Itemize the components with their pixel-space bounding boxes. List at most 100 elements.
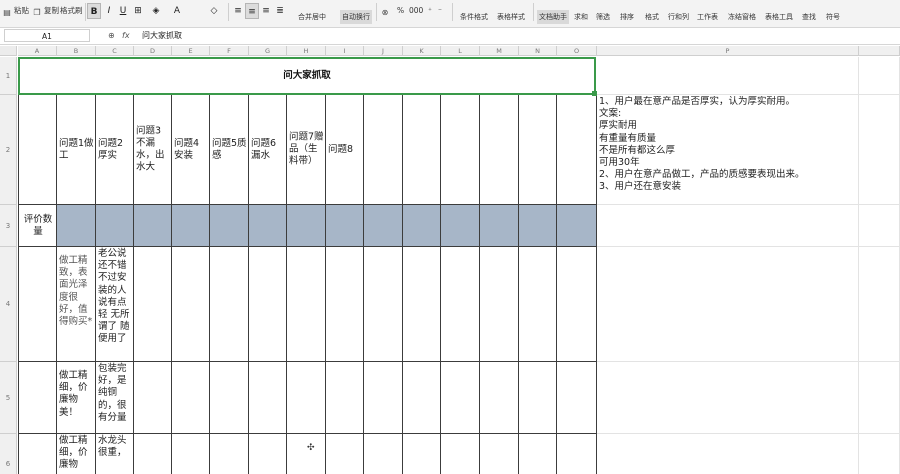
cell-k6[interactable] [403, 434, 441, 474]
column-header-o[interactable]: O [557, 46, 597, 56]
cell-a5[interactable] [18, 362, 57, 434]
column-header-m[interactable]: M [480, 46, 519, 56]
column-header-a[interactable]: A [18, 46, 57, 56]
cell-d5[interactable] [134, 362, 172, 434]
sort-button[interactable]: 排序 [620, 10, 634, 24]
cell-m2[interactable] [480, 95, 519, 205]
cell-rating-count-label[interactable]: 评价数量 [18, 205, 57, 247]
select-all-corner[interactable] [0, 46, 17, 56]
decrease-decimal-button[interactable]: ⁻ [438, 4, 442, 18]
doc-assistant-button[interactable]: 文档助手 [537, 10, 569, 24]
cell-question-4[interactable]: 问题4安装 [172, 95, 210, 205]
cell-p6[interactable] [597, 434, 859, 474]
column-header-j[interactable]: J [364, 46, 403, 56]
cell-p3[interactable] [597, 205, 859, 247]
cell-a6[interactable] [18, 434, 57, 474]
cell-o6[interactable] [557, 434, 597, 474]
cell-a2[interactable] [18, 95, 57, 205]
column-header-k[interactable]: K [403, 46, 441, 56]
clear-format-button[interactable]: ◇ [205, 3, 223, 19]
copy-button[interactable]: ❐ 复制 [32, 4, 59, 18]
row-header-4[interactable]: 4 [0, 247, 17, 362]
cell-n3[interactable] [519, 205, 557, 247]
cell-m6[interactable] [480, 434, 519, 474]
cell-c4[interactable]: 老公说还不错不过安装的人说有点轻 无所谓了 随便用了 [96, 247, 134, 362]
increase-decimal-button[interactable]: ⁺ [428, 4, 432, 18]
italic-button[interactable]: I [102, 3, 116, 19]
cell-j3[interactable] [364, 205, 403, 247]
cell-m3[interactable] [480, 205, 519, 247]
column-header-g[interactable]: G [249, 46, 287, 56]
cell-m5[interactable] [480, 362, 519, 434]
cell-d6[interactable] [134, 434, 172, 474]
cell-question-7[interactable]: 问题7赠品（生料带） [287, 95, 326, 205]
cell-j5[interactable] [364, 362, 403, 434]
column-header-f[interactable]: F [210, 46, 249, 56]
cell-o5[interactable] [557, 362, 597, 434]
cell-n2[interactable] [519, 95, 557, 205]
zoom-icon[interactable]: ⊕ [108, 29, 115, 43]
column-header-p[interactable]: P [597, 46, 859, 56]
row-col-button[interactable]: 行和列 [668, 10, 689, 24]
cell-g6[interactable] [249, 434, 287, 474]
table-tools-button[interactable]: 表格工具 [765, 10, 793, 24]
conditional-format-button[interactable]: 条件格式 [460, 10, 488, 24]
cell-b5[interactable]: 做工精细，价廉物美！ [57, 362, 96, 434]
cell-o2[interactable] [557, 95, 597, 205]
cell-b4[interactable]: 做工精致，表面光泽度很好，值得购买* [57, 247, 96, 362]
cell-g4[interactable] [249, 247, 287, 362]
cell-e3[interactable] [172, 205, 210, 247]
thousands-button[interactable]: 000 [409, 4, 423, 18]
column-header-d[interactable]: D [134, 46, 172, 56]
cell-k3[interactable] [403, 205, 441, 247]
cell-p1[interactable] [597, 57, 859, 95]
cell-g3[interactable] [249, 205, 287, 247]
cell-n6[interactable] [519, 434, 557, 474]
merge-center-button[interactable]: 合并居中 [298, 10, 326, 24]
row-header-5[interactable]: 5 [0, 362, 17, 434]
cell-i6[interactable] [326, 434, 364, 474]
title-cell[interactable]: 问大家抓取 [18, 57, 596, 95]
table-style-button[interactable]: 表格样式 [497, 10, 525, 24]
align-right-button[interactable]: ≡ [259, 3, 273, 19]
cell-e4[interactable] [172, 247, 210, 362]
cell-i4[interactable] [326, 247, 364, 362]
cell-q3[interactable] [859, 205, 900, 247]
cell-q6[interactable] [859, 434, 900, 474]
cell-q5[interactable] [859, 362, 900, 434]
cell-l6[interactable] [441, 434, 480, 474]
bold-button[interactable]: B [87, 3, 101, 19]
filter-button[interactable]: 筛选 [596, 10, 610, 24]
row-header-2[interactable]: 2 [0, 95, 17, 205]
cell-h5[interactable] [287, 362, 326, 434]
cell-b6[interactable]: 做工精细，价廉物 [57, 434, 96, 474]
sum-button[interactable]: 求和 [574, 10, 588, 24]
freeze-panes-button[interactable]: 冻结窗格 [728, 10, 756, 24]
percent-button[interactable]: % [397, 4, 404, 18]
cell-d4[interactable] [134, 247, 172, 362]
column-header-h[interactable]: H [287, 46, 326, 56]
cell-k4[interactable] [403, 247, 441, 362]
underline-button[interactable]: U [116, 3, 130, 19]
cell-m4[interactable] [480, 247, 519, 362]
cell-n4[interactable] [519, 247, 557, 362]
cell-question-3[interactable]: 问题3不漏水，出水大 [134, 95, 172, 205]
cell-l2[interactable] [441, 95, 480, 205]
cell-k2[interactable] [403, 95, 441, 205]
cell-l3[interactable] [441, 205, 480, 247]
paste-button[interactable]: ▤ 粘贴 [2, 4, 29, 18]
row-header-6[interactable]: 6 [0, 434, 17, 474]
cell-c3[interactable] [96, 205, 134, 247]
cell-n5[interactable] [519, 362, 557, 434]
column-header-i[interactable]: I [326, 46, 364, 56]
cell-e6[interactable] [172, 434, 210, 474]
cell-question-5[interactable]: 问题5质感 [210, 95, 249, 205]
wrap-text-button[interactable]: 自动换行 [340, 10, 372, 24]
cell-o3[interactable] [557, 205, 597, 247]
cell-q4[interactable] [859, 247, 900, 362]
cell-h6[interactable] [287, 434, 326, 474]
cell-question-1[interactable]: 问题1做工 [57, 95, 96, 205]
fill-handle[interactable] [592, 91, 597, 96]
column-header-e[interactable]: E [172, 46, 210, 56]
cell-f3[interactable] [210, 205, 249, 247]
